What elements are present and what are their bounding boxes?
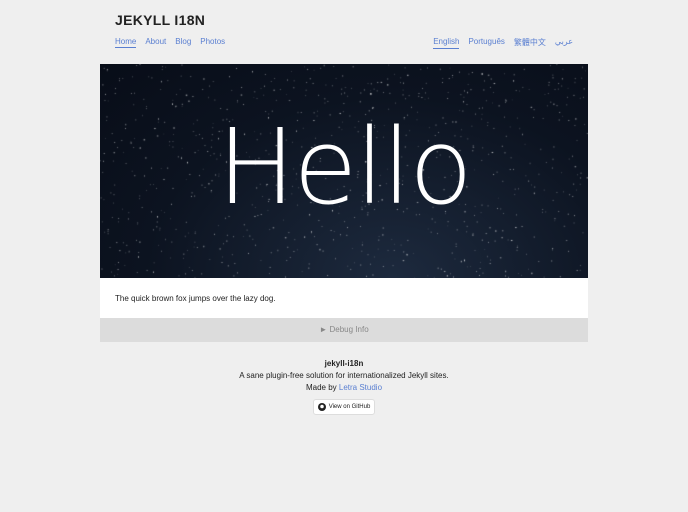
main-nav: Home About Blog Photos xyxy=(115,37,225,48)
lang-portuguese[interactable]: Português xyxy=(468,37,504,49)
lang-chinese[interactable]: 繁體中文 xyxy=(514,37,546,49)
author-link[interactable]: Letra Studio xyxy=(339,383,382,392)
site-title[interactable]: JEKYLL I18N xyxy=(115,12,205,28)
made-by: Made by xyxy=(305,383,339,392)
debug-info-toggle[interactable]: ► Debug Info xyxy=(100,318,588,342)
github-button[interactable]: View on GitHub xyxy=(312,399,376,415)
nav-home[interactable]: Home xyxy=(115,37,137,48)
footer-name: jekyll-i18n xyxy=(324,359,364,368)
lang-english[interactable]: English xyxy=(433,37,460,49)
body-text: The quick brown fox jumps over the lazy … xyxy=(115,294,276,303)
github-icon xyxy=(317,403,326,411)
language-nav: English Português 繁體中文 عربي xyxy=(433,37,573,49)
hero-text: Hello xyxy=(217,106,473,228)
nav-photos[interactable]: Photos xyxy=(200,37,225,48)
footer: jekyll-i18n A sane plugin-free solution … xyxy=(0,358,688,415)
hero-image: Hello xyxy=(100,64,588,278)
content: The quick brown fox jumps over the lazy … xyxy=(100,278,588,318)
lang-arabic[interactable]: عربي xyxy=(555,37,573,49)
nav-about[interactable]: About xyxy=(145,37,166,48)
footer-tagline: A sane plugin-free solution for internat… xyxy=(239,371,449,380)
github-label: View on GitHub xyxy=(328,404,371,410)
nav-blog[interactable]: Blog xyxy=(175,37,191,48)
